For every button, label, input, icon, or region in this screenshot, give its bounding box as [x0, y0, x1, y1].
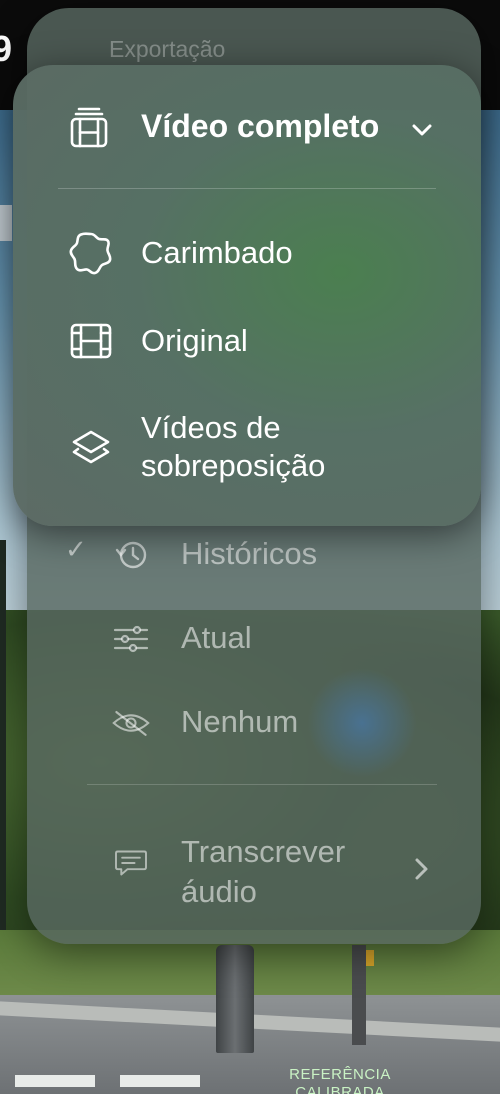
checkmark-icon: ✓: [65, 534, 87, 564]
chevron-right-icon: [415, 858, 428, 880]
menu-item-label: Carimbado: [141, 235, 293, 270]
menu-item-label: Vídeos de sobreposição: [141, 410, 326, 483]
badge-icon: [69, 232, 112, 275]
film-icon: [70, 323, 112, 359]
film-stack-icon: [70, 107, 108, 148]
menu-divider: [58, 188, 436, 189]
history-icon: [115, 541, 147, 569]
video-type-title: Vídeo completo: [141, 108, 380, 144]
menu-item-carimbado[interactable]: Carimbado: [13, 225, 481, 285]
layers-icon: [72, 430, 110, 464]
tree-edge: [0, 540, 6, 940]
crosswalk-stripe: [120, 1075, 200, 1087]
menu-item-label: Original: [141, 323, 248, 358]
status-glyph: 9: [0, 28, 13, 69]
menu-item-label: Transcrever áudio: [181, 834, 346, 909]
menu-item-original[interactable]: Original: [13, 313, 481, 373]
menu-item-videos-sobreposicao[interactable]: Vídeos de sobreposição: [13, 403, 481, 493]
pole-sign: [366, 950, 374, 966]
bollard: [216, 945, 254, 1053]
menu-item-nenhum[interactable]: Nenhum: [27, 692, 481, 752]
menu-item-label: Nenhum: [181, 704, 299, 739]
speech-bubble-icon: [115, 850, 147, 876]
menu-item-historicos[interactable]: ✓ Históricos: [27, 524, 481, 584]
menu-divider: [87, 784, 437, 785]
crosswalk-stripe: [15, 1075, 95, 1087]
sliders-icon: [113, 625, 149, 653]
video-type-selector[interactable]: Vídeo completo: [13, 65, 481, 187]
sign-fragment: [0, 205, 12, 241]
eye-slash-icon: [112, 711, 150, 736]
video-type-menu: Vídeo completo Carimbado Original Vídeos…: [13, 65, 481, 526]
chevron-down-icon: [412, 124, 432, 136]
menu-item-atual[interactable]: Atual: [27, 608, 481, 668]
menu-item-label: Históricos: [181, 536, 318, 571]
sign-pole: [352, 945, 366, 1045]
reference-label: REFERÊNCIA CALIBRADA: [289, 1066, 391, 1094]
export-menu-title: Exportação: [109, 36, 226, 62]
menu-item-label: Atual: [181, 620, 252, 655]
